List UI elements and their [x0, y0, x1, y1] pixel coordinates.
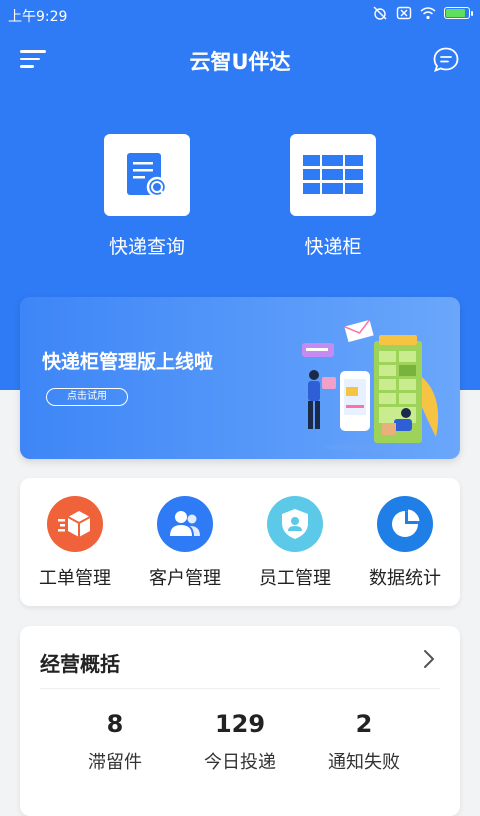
quick-action-express-locker[interactable]: 快递柜 — [268, 134, 398, 259]
message-icon[interactable] — [432, 46, 460, 74]
stat-today-delivered[interactable]: 129 今日投递 — [185, 710, 295, 774]
customer-management-button[interactable]: 客户管理 — [130, 496, 240, 590]
function-label: 客户管理 — [149, 568, 221, 589]
status-bar: 上午9:29 — [0, 0, 480, 30]
status-time: 上午9:29 — [8, 9, 68, 25]
status-icons — [372, 6, 473, 20]
users-icon — [157, 496, 213, 552]
sim-off-icon — [396, 6, 412, 20]
express-locker-tile — [290, 134, 376, 216]
function-label: 数据统计 — [369, 568, 441, 589]
stat-stranded[interactable]: 8 滞留件 — [60, 710, 170, 774]
promo-banner[interactable]: 快递柜管理版上线啦 点击试用 — [20, 297, 460, 459]
document-search-icon — [127, 153, 168, 198]
staff-management-button[interactable]: 员工管理 — [240, 496, 350, 590]
overview-title: 经营概括 — [40, 652, 120, 676]
alarm-off-icon — [373, 6, 387, 20]
pie-chart-icon — [377, 496, 433, 552]
stat-label: 今日投递 — [204, 752, 276, 773]
shield-user-icon — [267, 496, 323, 552]
function-label: 员工管理 — [259, 568, 331, 589]
express-query-label: 快递查询 — [108, 236, 185, 258]
express-query-tile — [104, 134, 190, 216]
data-statistics-button[interactable]: 数据统计 — [350, 496, 460, 590]
locker-illustration — [302, 319, 439, 451]
stat-label: 滞留件 — [88, 752, 142, 773]
stat-value: 2 — [355, 710, 373, 738]
stat-label: 通知失败 — [328, 752, 400, 773]
banner-title: 快递柜管理版上线啦 — [42, 351, 214, 373]
battery-icon — [444, 7, 473, 19]
function-label: 工单管理 — [39, 568, 111, 589]
chevron-right-icon[interactable] — [422, 648, 436, 670]
try-now-button[interactable]: 点击试用 — [46, 388, 128, 406]
stat-notify-failed[interactable]: 2 通知失败 — [309, 710, 419, 774]
quick-action-express-query[interactable]: 快递查询 — [82, 134, 212, 259]
box-icon — [47, 496, 103, 552]
locker-grid-icon — [303, 155, 363, 194]
stat-value: 8 — [106, 710, 124, 738]
stat-value: 129 — [214, 710, 266, 738]
express-locker-label: 快递柜 — [304, 236, 362, 258]
work-order-management-button[interactable]: 工单管理 — [20, 496, 130, 590]
navbar: 云智U伴达 — [0, 40, 480, 80]
page-title: 云智U伴达 — [189, 50, 291, 74]
function-card: 工单管理 客户管理 员工管理 数据统计 — [20, 478, 460, 606]
divider — [40, 688, 440, 689]
wifi-icon — [420, 7, 436, 20]
business-overview-card: 经营概括 8 滞留件 129 今日投递 2 通知失败 — [20, 626, 460, 816]
